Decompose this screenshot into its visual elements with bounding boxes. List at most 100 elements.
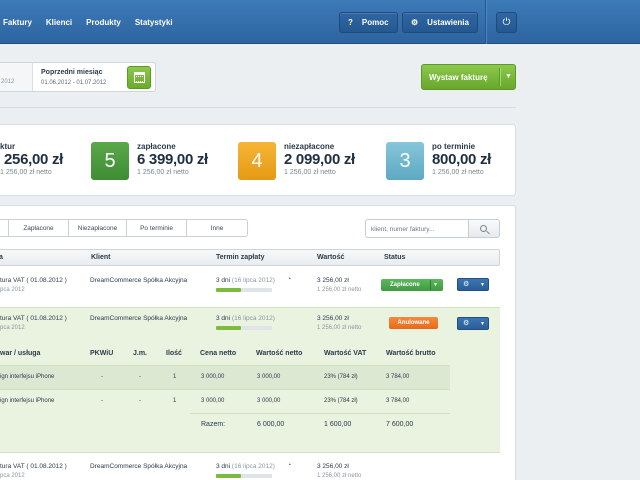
detail-net-value: 3 000,00: [257, 398, 281, 404]
search-icon: [480, 225, 487, 232]
tab-other[interactable]: Inne: [187, 220, 247, 236]
nav-clients[interactable]: Klienci: [46, 18, 72, 27]
due-progress-fill: [216, 474, 242, 478]
calendar-button[interactable]: [127, 66, 151, 89]
detail-col-vat-value: Wartość VAT: [324, 350, 367, 357]
invoice-net: 1 256,00 zł netto: [317, 325, 362, 331]
detail-col-net-value: Wartość netto: [256, 350, 303, 357]
top-navigation-bar: Faktury Klienci Produkty Statystyki ? Po…: [0, 0, 640, 44]
status-dropdown-paid[interactable]: Zapłacone ▼: [381, 279, 443, 291]
summary-vat-value: 1 600,00: [324, 421, 352, 428]
nav-invoices[interactable]: Faktury: [3, 18, 32, 27]
detail-qty: 1: [173, 374, 177, 380]
status-label: Zapłacone: [390, 282, 420, 288]
help-button[interactable]: ? Pomoc: [339, 12, 398, 33]
stat-all-amount: 256,00 zł: [4, 151, 64, 168]
stat-unpaid-net: 1 256,00 zł netto: [284, 169, 336, 176]
stat-overdue-title: po terminie: [432, 142, 476, 151]
stat-overdue-amount: 800,00 zł: [432, 151, 492, 168]
detail-unit: -: [139, 374, 141, 380]
detail-net-value: 3 000,00: [257, 374, 281, 380]
col-value[interactable]: Wartość: [317, 254, 344, 261]
invoice-date: pca 2012: [0, 287, 25, 293]
logout-button[interactable]: ⏻: [496, 12, 517, 33]
previous-range-segment[interactable]: 2012: [0, 63, 33, 91]
invoice-search: [365, 219, 500, 238]
detail-col-gross-value: Wartość brutto: [386, 350, 436, 357]
question-icon: ?: [348, 18, 353, 27]
detail-pkwiu: -: [101, 398, 103, 404]
history-icon[interactable]: ◔: [287, 276, 291, 283]
detail-row: ign interfejsu iPhone - - 1 3 000,00 3 0…: [0, 389, 450, 413]
issue-invoice-button[interactable]: Wystaw fakturę ▼: [421, 64, 516, 90]
history-icon[interactable]: ◔: [287, 462, 291, 469]
invoice-title[interactable]: tura VAT ( 01.08.2012 ): [0, 277, 67, 284]
search-input[interactable]: [371, 223, 467, 235]
search-button[interactable]: [468, 219, 500, 238]
invoice-net: 1 256,00 zł netto: [317, 287, 362, 293]
invoice-title[interactable]: tura VAT ( 01.08.2012 ): [0, 315, 67, 322]
due-progress-bar: [216, 326, 272, 330]
detail-item: ign interfejsu iPhone: [0, 374, 55, 380]
nav-divider: [485, 0, 486, 44]
tab-paid[interactable]: Zapłacone: [9, 220, 69, 236]
detail-vat: 23% (784 zł): [324, 398, 358, 404]
table-header: a Klient Termin zapłaty Wartość Status: [0, 249, 500, 266]
stat-unpaid-amount: 2 099,00 zł: [284, 151, 355, 168]
col-client[interactable]: Klient: [91, 254, 110, 261]
range-label: Poprzedni miesiąc: [41, 69, 103, 76]
stat-paid-net: 1 256,00 zł netto: [137, 169, 189, 176]
invoice-net: 1 256,00 zł netto: [317, 473, 362, 479]
invoice-value: 3 256,00 zł: [317, 315, 349, 322]
nav-statistics[interactable]: Statystyki: [135, 18, 173, 27]
gear-icon: ⚙: [463, 281, 470, 288]
nav-products[interactable]: Produkty: [86, 18, 121, 27]
invoice-title[interactable]: tura VAT ( 01.08.2012 ): [0, 463, 67, 470]
help-label: Pomoc: [361, 18, 389, 27]
detail-net-price: 3 000,00: [201, 398, 225, 404]
invoice-value: 3 256,00 zł: [317, 463, 349, 470]
split-divider: [499, 68, 500, 86]
stat-paid-count[interactable]: 5: [91, 142, 129, 180]
stat-unpaid-title: niezapłacone: [284, 142, 335, 151]
chevron-down-icon[interactable]: ▼: [505, 73, 512, 80]
stat-unpaid-count[interactable]: 4: [238, 142, 276, 180]
col-status[interactable]: Status: [384, 254, 405, 261]
client-name[interactable]: DreamCommerce Spółka Akcyjna: [90, 463, 187, 470]
col-due-date[interactable]: Termin zapłaty: [216, 254, 265, 261]
detail-item: ign interfejsu iPhone: [0, 398, 55, 404]
status-badge-cancelled[interactable]: Anulowane: [389, 317, 438, 329]
summary-gross-value: 7 600,00: [386, 421, 414, 428]
due-progress-bar: [216, 474, 272, 478]
settings-button[interactable]: ⚙ Ustawienia: [402, 12, 478, 33]
invoice-date: pca 2012: [0, 473, 25, 479]
row-actions-button[interactable]: ⚙ ▼: [457, 278, 489, 291]
tab-all[interactable]: [0, 220, 9, 236]
chevron-down-icon: ▼: [480, 282, 485, 288]
detail-col-item: war / usługa: [0, 350, 41, 357]
row-actions-button[interactable]: ⚙ ▼: [457, 317, 489, 330]
due-date: (16 lipca 2012): [231, 315, 275, 322]
section-divider: [0, 107, 516, 108]
stat-overdue-count[interactable]: 3: [386, 142, 424, 180]
client-name[interactable]: DreamCommerce Spółka Akcyjna: [90, 315, 187, 322]
due-term: 3 dni (16 lipca 2012): [216, 315, 275, 322]
issue-invoice-label: Wystaw fakturę: [429, 73, 488, 82]
stat-overdue-net: 1 256,00 zł netto: [432, 169, 484, 176]
detail-col-qty: Ilość: [166, 350, 182, 357]
gear-icon: ⚙: [463, 320, 470, 327]
client-name[interactable]: DreamCommerce Spółka Akcyjna: [90, 277, 187, 284]
tab-unpaid[interactable]: Niezapłacone: [69, 220, 127, 236]
range-dates: 01.06.2012 - 01.07.2012: [41, 80, 107, 86]
previous-range-text: 2012: [1, 79, 15, 85]
col-invoice[interactable]: a: [0, 254, 3, 261]
detail-vat: 23% (784 zł): [324, 374, 358, 380]
detail-row: ign interfejsu iPhone - - 1 3 000,00 3 0…: [0, 365, 450, 389]
due-days: 3 dni: [216, 463, 231, 470]
invoice-date: pca 2012: [0, 325, 25, 331]
detail-unit: -: [139, 398, 141, 404]
tab-overdue[interactable]: Po terminie: [127, 220, 187, 236]
due-date: (16 lipca 2012): [231, 277, 275, 284]
filter-tabs: Zapłacone Niezapłacone Po terminie Inne: [0, 219, 248, 237]
status-divider: [430, 280, 431, 290]
